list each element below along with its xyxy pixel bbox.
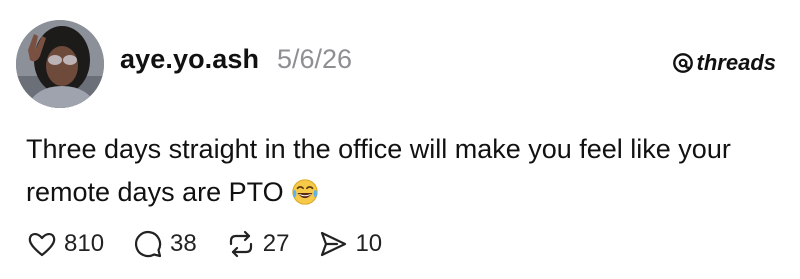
like-button[interactable]: 810 bbox=[26, 228, 104, 260]
avatar-photo bbox=[16, 20, 104, 108]
repost-button[interactable]: 27 bbox=[225, 228, 290, 260]
repost-count: 27 bbox=[262, 230, 290, 257]
threads-post: aye.yo.ash 5/6/26 threads Three days str… bbox=[0, 0, 800, 279]
comment-icon bbox=[135, 230, 162, 258]
reply-count: 38 bbox=[170, 230, 197, 257]
like-count: 810 bbox=[64, 230, 105, 257]
brand-name: threads bbox=[696, 50, 776, 75]
send-icon bbox=[321, 231, 347, 257]
laughing-tears-emoji bbox=[291, 179, 318, 205]
heart-icon bbox=[28, 232, 56, 257]
username[interactable]: aye.yo.ash bbox=[120, 44, 259, 75]
post-actions: 810 38 27 10 bbox=[26, 228, 410, 260]
threads-logo: threads bbox=[672, 50, 776, 76]
share-count: 10 bbox=[355, 230, 383, 257]
threads-icon bbox=[672, 53, 693, 73]
post-text: Three days straight in the office will m… bbox=[26, 134, 731, 207]
repost-icon bbox=[229, 230, 252, 258]
avatar[interactable] bbox=[16, 20, 104, 108]
post-date: 5/6/26 bbox=[277, 44, 353, 74]
reply-button[interactable]: 38 bbox=[132, 228, 197, 260]
post-body: Three days straight in the office will m… bbox=[26, 128, 786, 214]
share-button[interactable]: 10 bbox=[317, 228, 382, 260]
